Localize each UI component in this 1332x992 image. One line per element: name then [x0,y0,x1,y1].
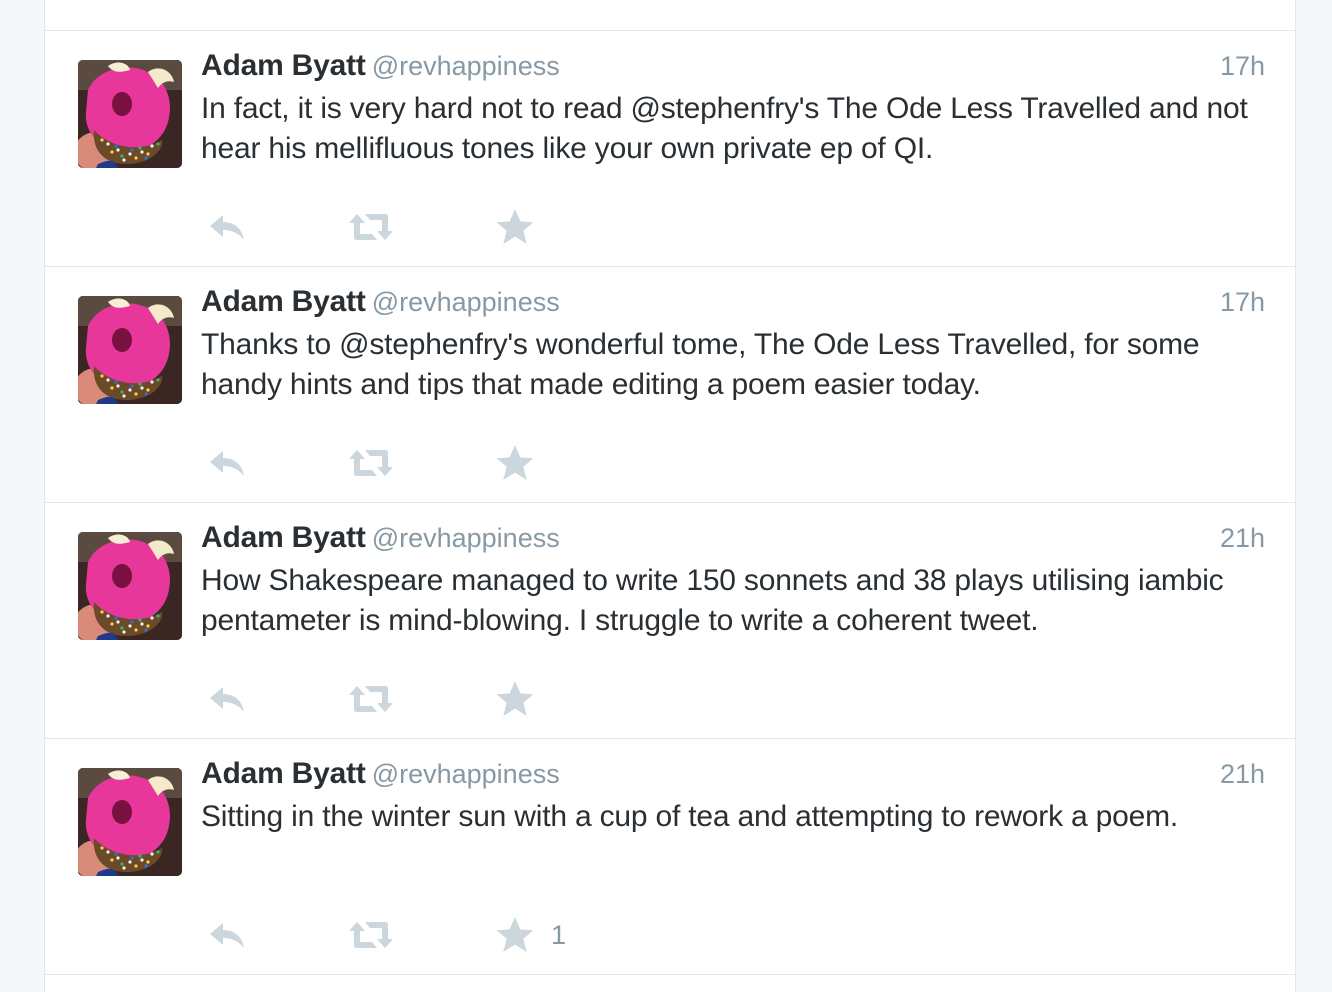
retweet-icon [349,922,393,948]
tweet-list: Adam Byatt @revhappiness 17h In fact, it … [45,31,1295,975]
tweet-text: Thanks to @stephenfry's wonderful tome, … [201,328,1200,401]
tweet-content: Adam Byatt @revhappiness 17h In fact, it … [201,49,1265,169]
previous-tweet-edge [45,0,1295,31]
tweet-header: Adam Byatt @revhappiness 21h [201,757,1265,797]
tweet-text: Sitting in the winter sun with a cup of … [201,800,1179,833]
tweet-timestamp[interactable]: 17h [1220,51,1265,82]
favorite-button[interactable] [495,443,551,483]
reply-button[interactable] [207,207,247,247]
reply-icon [210,923,244,948]
tweet-actions [207,207,707,247]
user-name[interactable]: Adam Byatt [201,49,366,82]
tweet-content: Adam Byatt @revhappiness 17h Thanks to @s… [201,285,1265,405]
reply-button[interactable] [207,443,247,483]
tweet-content: Adam Byatt @revhappiness 21h Sitting in t… [201,757,1265,837]
avatar[interactable] [78,532,182,640]
user-handle[interactable]: @revhappiness [372,51,560,81]
tweet[interactable]: Adam Byatt @revhappiness 21h Sitting in t… [45,739,1295,975]
tweet-timestamp[interactable]: 21h [1220,523,1265,554]
favorite-button[interactable] [495,207,551,247]
tweet-timestamp[interactable]: 17h [1220,287,1265,318]
timeline: Adam Byatt @revhappiness 17h In fact, it … [44,0,1296,992]
tweet-header: Adam Byatt @revhappiness 21h [201,521,1265,561]
favorite-button[interactable] [495,679,551,719]
avatar[interactable] [78,60,182,168]
retweet-button[interactable] [347,207,395,247]
retweet-button[interactable] [347,915,395,955]
favorite-button[interactable]: 1 [495,915,566,955]
star-icon [496,681,534,716]
user-name[interactable]: Adam Byatt [201,285,366,318]
user-handle[interactable]: @revhappiness [372,759,560,789]
reply-icon [210,215,244,240]
reply-icon [210,687,244,712]
tweet-header: Adam Byatt @revhappiness 17h [201,285,1265,325]
retweet-button[interactable] [347,679,395,719]
tweet-text: In fact, it is very hard not to read @st… [201,92,1248,165]
user-name[interactable]: Adam Byatt [201,757,366,790]
user-name[interactable]: Adam Byatt [201,521,366,554]
tweet-actions [207,443,707,483]
tweet-timestamp[interactable]: 21h [1220,759,1265,790]
star-icon [496,209,534,244]
favorite-count: 1 [551,919,567,950]
tweet-header: Adam Byatt @revhappiness 17h [201,49,1265,89]
retweet-icon [349,214,393,240]
avatar[interactable] [78,296,182,404]
reply-button[interactable] [207,679,247,719]
reply-button[interactable] [207,915,247,955]
tweet[interactable]: Adam Byatt @revhappiness 21h How Shakespe… [45,503,1295,739]
reply-icon [210,451,244,476]
star-icon [496,917,534,952]
retweet-button[interactable] [347,443,395,483]
tweet-actions [207,679,707,719]
retweet-icon [349,450,393,476]
tweet-content: Adam Byatt @revhappiness 21h How Shakespe… [201,521,1265,641]
avatar[interactable] [78,768,182,876]
star-icon [496,445,534,480]
tweet[interactable]: Adam Byatt @revhappiness 17h Thanks to @s… [45,267,1295,503]
tweet-actions: 1 [207,915,707,955]
user-handle[interactable]: @revhappiness [372,523,560,553]
tweet-text: How Shakespeare managed to write 150 son… [201,564,1224,637]
tweet[interactable]: Adam Byatt @revhappiness 17h In fact, it … [45,31,1295,267]
user-handle[interactable]: @revhappiness [372,287,560,317]
retweet-icon [349,686,393,712]
